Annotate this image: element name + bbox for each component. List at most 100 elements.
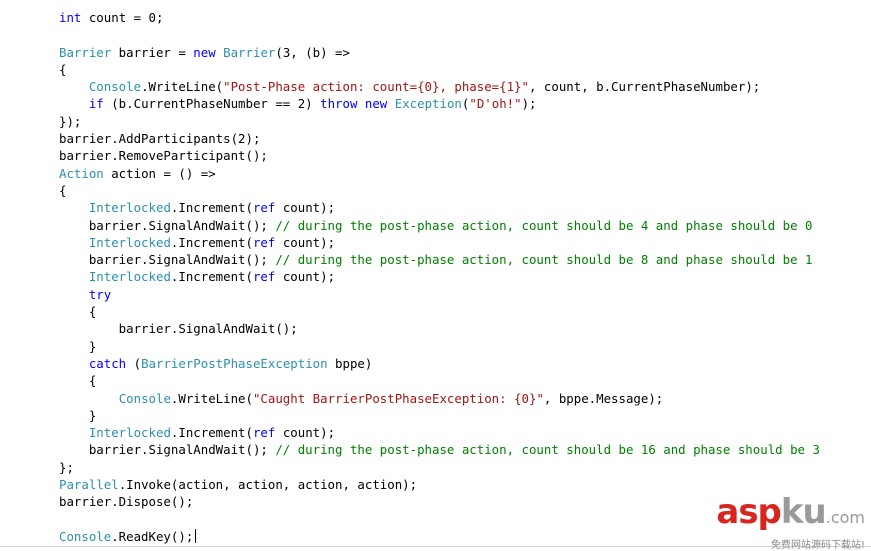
code-token-tx: .Increment( <box>170 200 253 216</box>
code-token-tx: } <box>59 407 97 423</box>
code-line[interactable]: Interlocked.Increment(ref count); <box>59 268 820 285</box>
code-token-kw: int <box>59 10 82 25</box>
code-token-ty: Console <box>118 390 171 406</box>
code-line[interactable]: { <box>59 303 820 320</box>
code-token-kw: try <box>88 286 112 302</box>
code-token-tx: count = 0; <box>81 10 164 25</box>
code-line[interactable]: }; <box>59 459 820 476</box>
code-token-kw: new <box>193 44 216 60</box>
code-token-tx: (b.CurrentPhaseNumber == 2) <box>103 96 321 112</box>
code-editor[interactable]: int count = 0; Barrier barrier = new Bar… <box>0 0 871 551</box>
code-token-tx: .WriteLine( <box>170 390 253 406</box>
code-line[interactable]: Parallel.Invoke(action, action, action, … <box>59 476 820 493</box>
code-line[interactable]: } <box>59 338 820 355</box>
code-line[interactable]: Barrier barrier = new Barrier(3, (b) => <box>59 44 820 61</box>
code-token-tx: } <box>59 338 97 354</box>
code-token-tx: { <box>59 61 67 77</box>
code-line[interactable] <box>59 26 820 43</box>
text-caret <box>195 528 197 543</box>
code-token-ty: Console <box>88 79 142 95</box>
watermark-logo-asp: asp <box>716 492 782 532</box>
code-token-tx: .Invoke(action, action, action, action); <box>118 477 418 493</box>
code-line[interactable]: barrier.SignalAndWait(); // during the p… <box>59 251 820 268</box>
code-token-tx: .Increment( <box>170 234 253 250</box>
code-token-tx: count); <box>275 269 336 285</box>
code-line[interactable]: if (b.CurrentPhaseNumber == 2) throw new… <box>59 95 820 112</box>
code-token-ty: BarrierPostPhaseException <box>141 355 328 371</box>
code-token-ty: Interlocked <box>88 234 171 250</box>
code-token-tx: barrier.RemoveParticipant(); <box>59 148 268 164</box>
code-token-ty: Console <box>59 528 112 544</box>
code-token-tx: bppe) <box>327 355 373 371</box>
code-token-kw: ref <box>252 234 276 250</box>
code-token-ty: Interlocked <box>88 269 171 285</box>
code-token-tx: barrier = <box>111 44 194 60</box>
code-token-tx: , count, b.CurrentPhaseNumber); <box>528 79 761 95</box>
code-token-tx: .ReadKey(); <box>111 528 194 544</box>
code-token-ty: Barrier <box>223 44 276 60</box>
code-line[interactable]: Interlocked.Increment(ref count); <box>59 199 820 216</box>
code-token-tx <box>59 200 89 215</box>
code-token-tx <box>357 96 364 111</box>
code-line[interactable]: try <box>59 286 820 303</box>
code-line[interactable]: { <box>59 182 820 199</box>
code-token-tx: count); <box>275 200 336 216</box>
code-token-tx <box>59 235 89 250</box>
code-line[interactable]: Interlocked.Increment(ref count); <box>59 424 820 441</box>
watermark-logo-domain: .com <box>825 508 865 527</box>
code-token-cm: // during the post-phase action, count s… <box>275 217 813 233</box>
code-text-area[interactable]: int count = 0; Barrier barrier = new Bar… <box>59 9 820 545</box>
code-token-kw: catch <box>88 355 127 371</box>
code-token-tx: barrier.SignalAndWait(); <box>59 321 298 337</box>
code-token-cm: // during the post-phase action, count s… <box>275 252 813 268</box>
code-line[interactable]: barrier.SignalAndWait(); <box>59 320 820 337</box>
code-token-st: "D'oh!" <box>469 96 522 112</box>
code-line[interactable]: { <box>59 372 820 389</box>
code-token-tx: barrier.Dispose(); <box>59 494 194 510</box>
code-token-tx <box>59 79 89 94</box>
code-token-ty: Action <box>59 165 104 181</box>
watermark-logo: aspku.com <box>716 495 865 535</box>
code-line[interactable]: { <box>59 61 820 78</box>
code-token-tx: .Increment( <box>170 269 253 285</box>
code-token-cm: // during the post-phase action, count s… <box>275 442 820 458</box>
code-token-tx <box>59 391 119 406</box>
code-token-ty: Interlocked <box>88 425 171 441</box>
code-token-tx: barrier.SignalAndWait(); <box>59 252 276 268</box>
code-token-tx <box>387 96 394 111</box>
code-token-tx: { <box>59 373 97 389</box>
code-token-kw: if <box>88 96 104 112</box>
code-token-tx: count); <box>275 234 336 250</box>
code-line[interactable]: Action action = () => <box>59 165 820 182</box>
code-line[interactable]: catch (BarrierPostPhaseException bppe) <box>59 355 820 372</box>
code-token-ty: Parallel <box>59 477 119 493</box>
code-line[interactable]: barrier.RemoveParticipant(); <box>59 147 820 164</box>
code-token-tx: }; <box>59 459 74 475</box>
code-token-tx <box>59 287 89 302</box>
code-token-kw: ref <box>252 269 276 285</box>
code-token-kw: throw <box>320 96 358 112</box>
code-token-kw: ref <box>252 425 276 441</box>
code-token-tx <box>59 356 89 371</box>
code-line[interactable]: barrier.SignalAndWait(); // during the p… <box>59 217 820 234</box>
code-token-ty: Barrier <box>59 44 112 60</box>
code-line[interactable]: Console.WriteLine("Caught BarrierPostPha… <box>59 390 820 407</box>
code-token-st: "Post-Phase action: count={0}, phase={1}… <box>223 79 529 95</box>
code-token-tx: .WriteLine( <box>141 79 224 95</box>
code-token-tx: { <box>59 304 97 320</box>
code-line[interactable]: barrier.SignalAndWait(); // during the p… <box>59 441 820 458</box>
code-line[interactable]: Interlocked.Increment(ref count); <box>59 234 820 251</box>
code-token-ty: Exception <box>394 96 462 112</box>
code-token-tx <box>59 96 89 111</box>
code-line[interactable]: barrier.AddParticipants(2); <box>59 130 820 147</box>
code-token-st: "Caught BarrierPostPhaseException: {0}" <box>252 390 544 406</box>
code-token-tx <box>59 425 89 440</box>
code-line[interactable]: }); <box>59 113 820 130</box>
site-watermark: aspku.com 免费网站源码下载站! <box>695 495 865 551</box>
code-line[interactable]: } <box>59 407 820 424</box>
code-token-ty: Interlocked <box>88 200 171 216</box>
code-token-tx: barrier.SignalAndWait(); <box>59 442 276 458</box>
code-line[interactable]: int count = 0; <box>59 9 820 26</box>
watermark-logo-ku: ku <box>780 492 827 532</box>
code-line[interactable]: Console.WriteLine("Post-Phase action: co… <box>59 78 820 95</box>
